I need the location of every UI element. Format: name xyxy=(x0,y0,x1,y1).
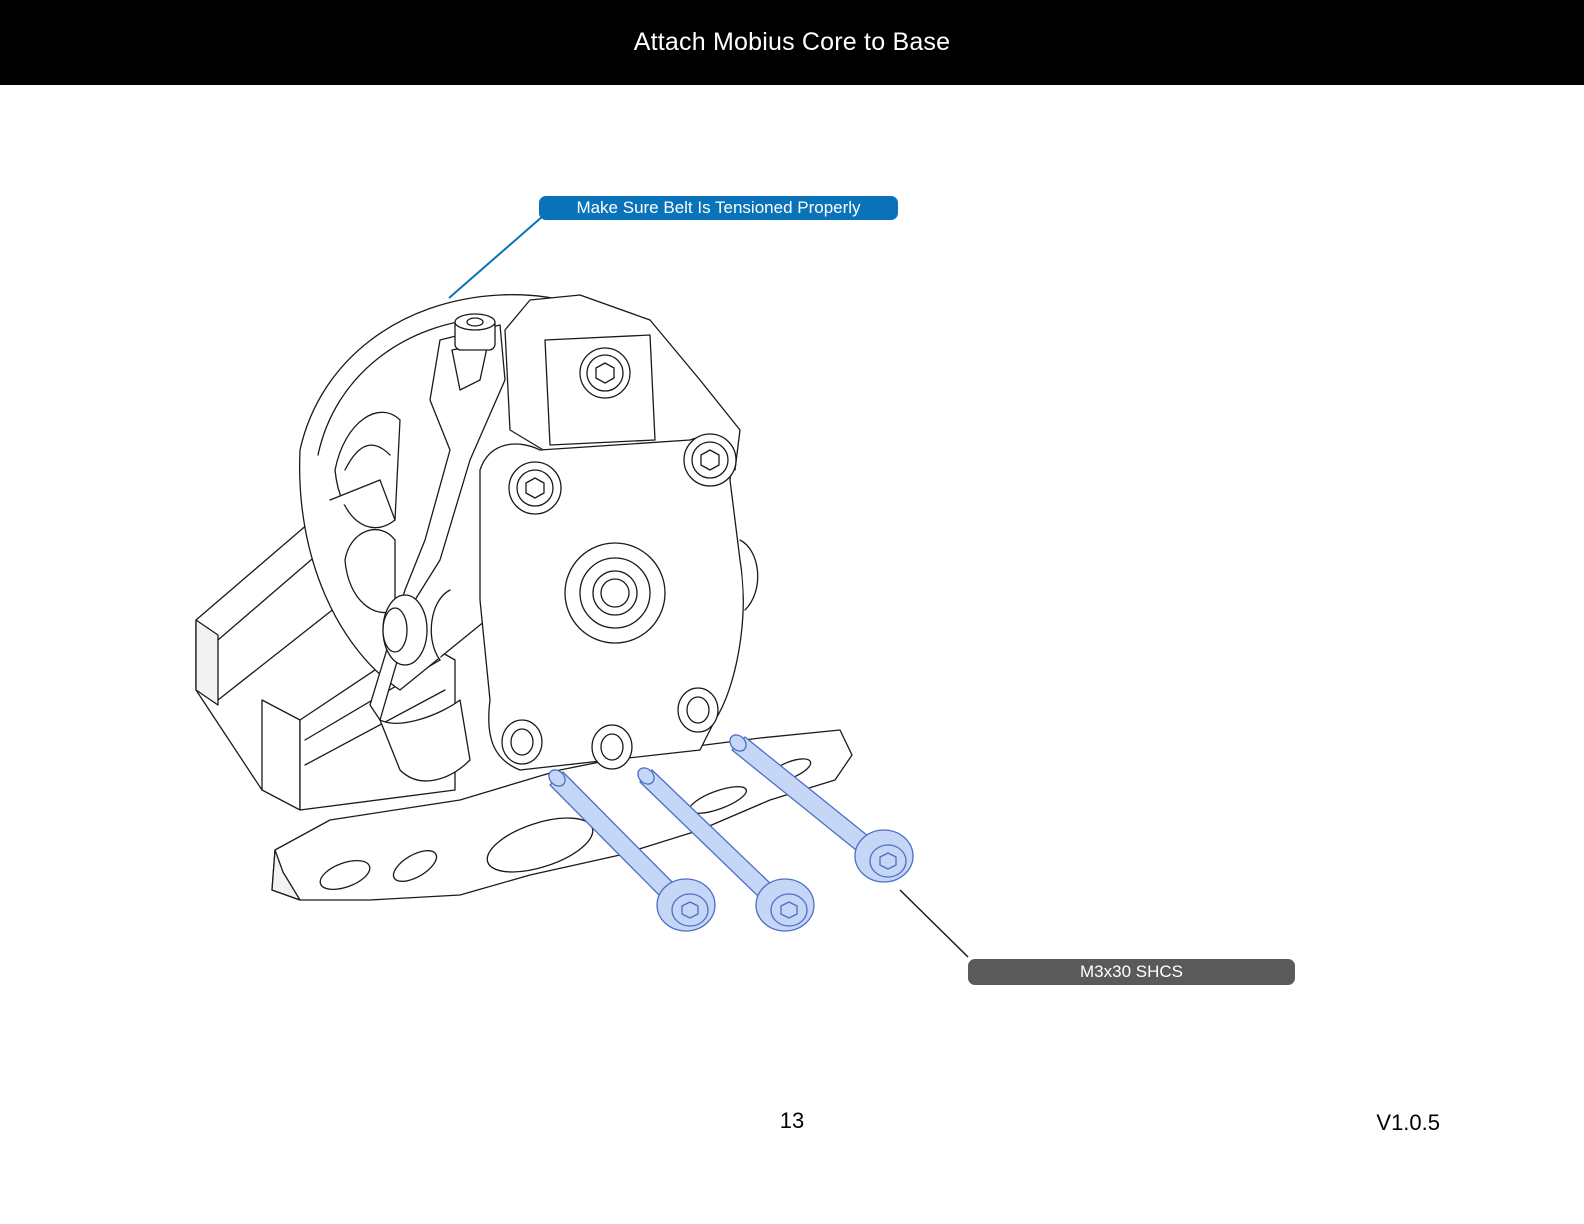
belt-tension-callout: Make Sure Belt Is Tensioned Properly xyxy=(539,196,898,220)
screw-spec-callout: M3x30 SHCS xyxy=(968,959,1295,985)
belt-leader-line xyxy=(448,215,544,299)
page-number: 13 xyxy=(779,1108,805,1133)
front-plate xyxy=(430,433,759,771)
version-label: V1.0.5 xyxy=(1376,1110,1440,1135)
assembly-illustration xyxy=(195,215,969,958)
screw-leader-line xyxy=(899,889,969,958)
